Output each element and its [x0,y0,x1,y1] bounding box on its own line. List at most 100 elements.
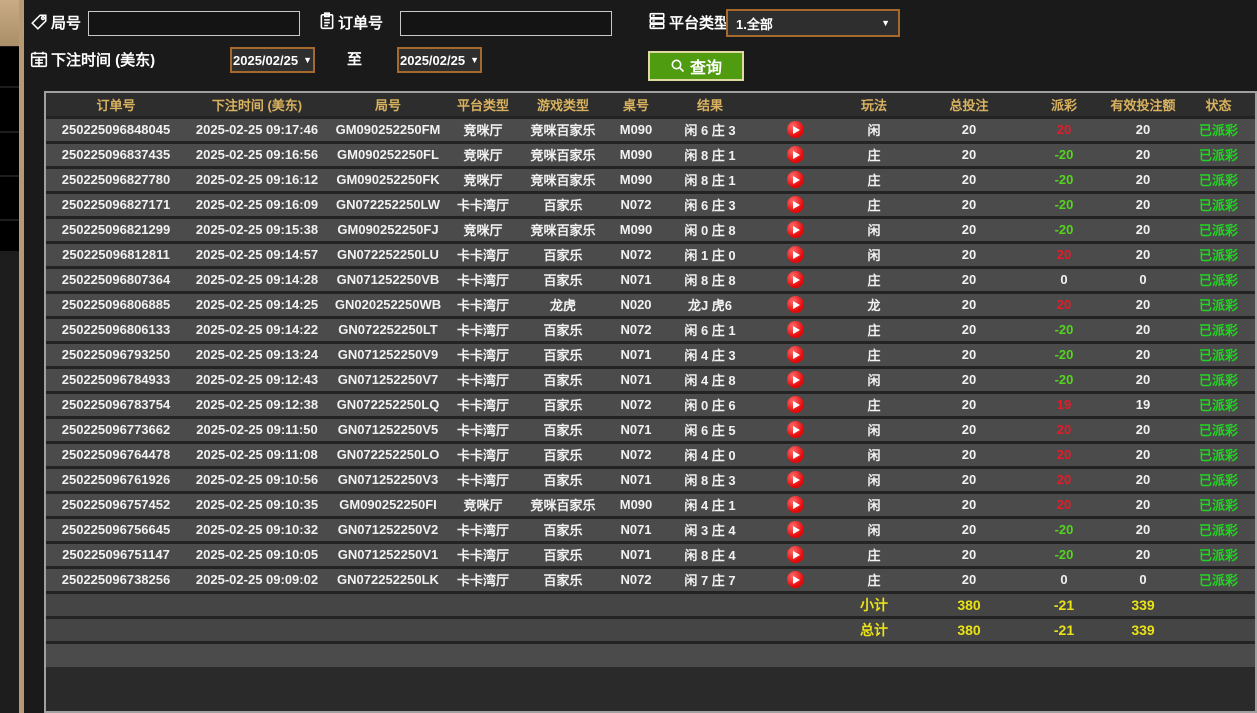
cell-platform: 卡卡湾厅 [456,523,509,538]
round-no-label: 局号 [51,15,82,32]
cell-table-no: N020 [620,297,652,312]
cell-round-no: GM090252250FK [336,172,440,187]
table-row: 250225096761926 2025-02-25 09:10:56 GN07… [46,467,1255,492]
cell-game-type: 百家乐 [543,373,583,388]
cell-order-no: 250225096751147 [62,547,170,562]
replay-button[interactable] [786,496,804,514]
total-valid-bet: 339 [1131,621,1155,638]
replay-button[interactable] [786,471,804,489]
replay-button[interactable] [786,546,804,564]
replay-button[interactable] [786,346,804,364]
replay-button[interactable] [786,321,804,339]
cell-order-no: 250225096793250 [61,347,171,362]
cell-order-no: 250225096848045 [61,122,171,137]
rail-divider [19,0,24,713]
cell-total-bet: 20 [961,122,977,137]
cell-result: 闲 8 庄 1 [684,148,736,163]
replay-button[interactable] [786,121,804,139]
cell-valid-bet: 20 [1135,447,1151,462]
cell-platform: 卡卡湾厅 [456,423,509,438]
cell-valid-bet: 19 [1135,397,1151,412]
cell-table-no: M090 [619,497,653,512]
replay-button[interactable] [786,571,804,589]
platform-type-select[interactable]: 1.全部 ▼ [726,9,900,37]
date-from-select[interactable]: 2025/02/25 ▼ [230,47,315,73]
cell-payout: 0 [1060,272,1068,287]
replay-button[interactable] [786,521,804,539]
cell-replay [756,567,834,592]
cell-total-bet: 20 [961,347,977,362]
search-button[interactable]: 查询 [648,51,744,81]
cell-play-type: 闲 [867,123,881,138]
cell-game-type: 竞咪百家乐 [530,123,596,138]
cell-table-no: N072 [620,197,652,212]
cell-valid-bet: 20 [1135,547,1151,562]
table-row: 250225096848045 2025-02-25 09:17:46 GM09… [46,117,1255,142]
replay-button[interactable] [786,371,804,389]
cell-table-no: N072 [620,247,652,262]
cell-status: 已派彩 [1198,573,1238,588]
cell-game-type: 龙虎 [549,298,576,313]
cell-table-no: M090 [619,222,653,237]
order-no-input[interactable] [400,11,612,36]
total-row: 总计 380 -21 339 [46,617,1255,642]
cell-game-type: 百家乐 [543,198,583,213]
replay-button[interactable] [786,171,804,189]
replay-button[interactable] [786,271,804,289]
cell-payout: -20 [1054,197,1074,212]
cell-bet-time: 2025-02-25 09:17:46 [195,122,319,137]
subtotal-row: 小计 380 -21 339 [46,592,1255,617]
table-row: 250225096751147 2025-02-25 09:10:05 GN07… [46,542,1255,567]
cell-order-no: 250225096812811 [62,247,170,262]
replay-button[interactable] [786,246,804,264]
cell-order-no: 250225096806133 [61,322,171,337]
cell-payout: 20 [1056,297,1072,312]
round-no-input[interactable] [88,11,300,36]
cell-round-no: GM090252250FL [337,147,439,162]
cell-order-no: 250225096806885 [61,297,171,312]
cell-payout: 0 [1060,572,1068,587]
cell-replay [756,342,834,367]
cell-platform: 竞咪厅 [463,123,503,138]
cell-order-no: 250225096821299 [61,222,171,237]
cell-bet-time: 2025-02-25 09:14:22 [195,322,319,337]
replay-button[interactable] [786,446,804,464]
cell-round-no: GN071252250V7 [337,372,439,387]
cell-result: 闲 6 庄 3 [684,123,736,138]
cell-replay [756,517,834,542]
cell-result: 闲 6 庄 3 [684,198,736,213]
cell-platform: 卡卡湾厅 [456,298,509,313]
cell-bet-time: 2025-02-25 09:14:57 [195,247,319,262]
cell-order-no: 250225096738256 [61,572,171,587]
rail-block [0,177,19,219]
cell-total-bet: 20 [961,297,977,312]
cell-valid-bet: 20 [1135,472,1151,487]
replay-button[interactable] [786,146,804,164]
replay-button[interactable] [786,221,804,239]
replay-button[interactable] [786,396,804,414]
cell-total-bet: 20 [961,447,977,462]
cell-status: 已派彩 [1198,198,1238,213]
table-row: 250225096827780 2025-02-25 09:16:12 GM09… [46,167,1255,192]
cell-result: 闲 6 庄 5 [684,423,736,438]
cell-valid-bet: 20 [1135,297,1151,312]
rail-active-tab[interactable] [0,0,33,46]
replay-button[interactable] [786,296,804,314]
cell-result: 闲 8 庄 1 [684,173,736,188]
header-replay [756,93,834,117]
date-to-label: 至 [347,51,363,68]
cell-order-no: 250225096837435 [61,147,171,162]
cell-play-type: 龙 [867,298,881,313]
table-body: 250225096848045 2025-02-25 09:17:46 GM09… [46,117,1255,667]
subtotal-total-bet: 380 [957,596,981,613]
date-to-select[interactable]: 2025/02/25 ▼ [397,47,482,73]
play-icon [792,450,800,459]
cell-payout: -20 [1054,522,1074,537]
replay-button[interactable] [786,421,804,439]
cell-status: 已派彩 [1198,398,1238,413]
cell-play-type: 庄 [867,573,881,588]
replay-button[interactable] [786,196,804,214]
cell-play-type: 庄 [867,198,881,213]
cell-table-no: N072 [620,447,652,462]
play-icon [792,550,800,559]
